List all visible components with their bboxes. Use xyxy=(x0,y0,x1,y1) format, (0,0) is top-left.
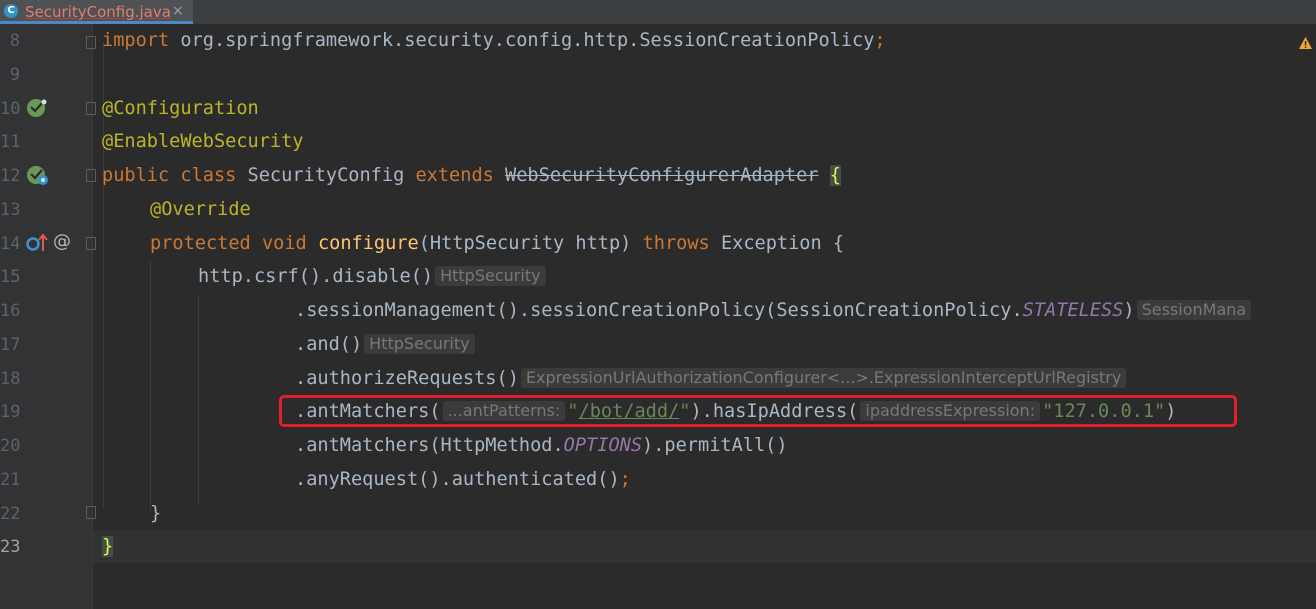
code-line-8[interactable]: import org.springframework.security.conf… xyxy=(102,30,886,52)
line-number-current: 23 xyxy=(0,537,21,557)
code-line-22[interactable]: } xyxy=(150,503,161,525)
matched-brace: { xyxy=(829,165,841,186)
code-line-11[interactable]: @EnableWebSecurity xyxy=(102,131,304,153)
code-line-18[interactable]: .authorizeRequests() ExpressionUrlAuthori… xyxy=(295,368,1128,390)
indent-guide xyxy=(198,294,199,504)
code-line-17[interactable]: .and() HttpSecurity xyxy=(295,334,477,356)
editor-tab-bar: C SecurityConfig.java × xyxy=(0,0,1316,24)
fold-marker-icon[interactable] xyxy=(86,169,96,182)
type-hint: SessionMana xyxy=(1136,300,1252,320)
code-line-12[interactable]: public class SecurityConfig extends WebS… xyxy=(102,165,841,187)
type-hint: HttpSecurity xyxy=(364,334,475,354)
annotation-configuration: @Configuration xyxy=(102,98,259,119)
fold-marker-icon[interactable] xyxy=(86,102,96,115)
permit-all-call: ).permitAll() xyxy=(642,435,788,456)
java-class-icon: C xyxy=(4,4,18,18)
line-number: 16 xyxy=(0,301,21,321)
and-call: .and() xyxy=(295,334,363,355)
line-number: 21 xyxy=(0,470,21,490)
code-line-15[interactable]: http.csrf().disable() HttpSecurity xyxy=(198,266,548,288)
line-number: 19 xyxy=(0,402,21,422)
code-line-20[interactable]: .antMatchers(HttpMethod.OPTIONS).permitA… xyxy=(295,435,788,457)
caret-row-highlight xyxy=(93,530,1316,563)
annotation-override: @Override xyxy=(150,199,251,220)
method-name: configure xyxy=(317,233,419,254)
deprecated-parent-class: WebSecurityConfigurerAdapter xyxy=(505,165,819,186)
line-number: 14 xyxy=(0,234,21,254)
code-line-14[interactable]: protected void configure(HttpSecurity ht… xyxy=(150,233,844,255)
ant-matchers-call: .antMatchers(HttpMethod. xyxy=(295,435,564,456)
close-paren: ) xyxy=(1123,300,1135,321)
line-number: 8 xyxy=(9,31,20,51)
constant-stateless: STATELESS xyxy=(1022,300,1124,321)
class-name: SecurityConfig xyxy=(236,165,416,186)
spring-bean-icon[interactable] xyxy=(26,98,50,118)
fold-marker-icon[interactable] xyxy=(86,506,96,519)
indent-guide xyxy=(150,261,151,511)
code-line-23[interactable]: } xyxy=(102,536,114,558)
import-path: org.springframework.security.config.http… xyxy=(169,30,875,51)
keyword: extends xyxy=(415,165,494,186)
annotation-highlight-box xyxy=(279,395,1237,427)
keyword: import xyxy=(102,30,170,51)
line-number: 22 xyxy=(0,504,21,524)
type-hint: ExpressionUrlAuthorizationConfigurer<...… xyxy=(520,368,1127,388)
line-number: 11 xyxy=(0,132,21,152)
parameters: (HttpSecurity http) xyxy=(418,233,643,254)
line-number: 20 xyxy=(0,436,21,456)
line-number: 15 xyxy=(0,267,21,287)
at-annotation-icon[interactable]: @ xyxy=(53,231,71,253)
close-brace: } xyxy=(150,503,162,524)
code-line-16[interactable]: .sessionManagement().sessionCreationPoli… xyxy=(295,300,1253,322)
line-number: 18 xyxy=(0,369,21,389)
code-line-21[interactable]: .anyRequest().authenticated(); xyxy=(295,469,631,491)
warning-icon[interactable] xyxy=(1298,36,1313,50)
code-editor[interactable]: 8 9 10 11 12 13 14 15 16 17 18 19 20 21 … xyxy=(0,24,1316,609)
keyword: throws xyxy=(642,233,710,254)
close-icon[interactable]: × xyxy=(172,2,184,20)
any-request-call: .anyRequest().authenticated() xyxy=(295,469,620,490)
authorize-requests-call: .authorizeRequests() xyxy=(295,368,519,389)
code-line-10[interactable]: @Configuration xyxy=(102,98,259,120)
keyword: protected void xyxy=(150,233,307,254)
tab-securityconfig[interactable]: C SecurityConfig.java × xyxy=(0,0,193,24)
annotation-enablewebsecurity: @EnableWebSecurity xyxy=(102,131,304,152)
csrf-chain: http.csrf().disable() xyxy=(198,266,434,287)
exception-type: Exception { xyxy=(709,233,845,254)
keyword: public class xyxy=(102,165,237,186)
line-number: 10 xyxy=(0,99,21,119)
line-number: 9 xyxy=(9,65,20,85)
fold-marker-icon[interactable] xyxy=(86,36,96,49)
fold-marker-icon[interactable] xyxy=(86,237,96,250)
spring-bean-icon[interactable] xyxy=(26,165,52,187)
semicolon: ; xyxy=(874,30,886,51)
constant-options: OPTIONS xyxy=(563,435,643,456)
code-line-13[interactable]: @Override xyxy=(150,199,251,221)
matched-brace: } xyxy=(102,536,114,557)
override-up-arrow-icon[interactable] xyxy=(26,233,48,253)
line-number: 12 xyxy=(0,166,21,186)
line-number: 17 xyxy=(0,335,21,355)
tab-file-name[interactable]: SecurityConfig.java xyxy=(25,3,171,21)
semicolon: ; xyxy=(619,469,631,490)
type-hint: HttpSecurity xyxy=(435,266,546,286)
session-management-call: .sessionManagement().sessionCreationPoli… xyxy=(295,300,1023,321)
line-number: 13 xyxy=(0,200,21,220)
